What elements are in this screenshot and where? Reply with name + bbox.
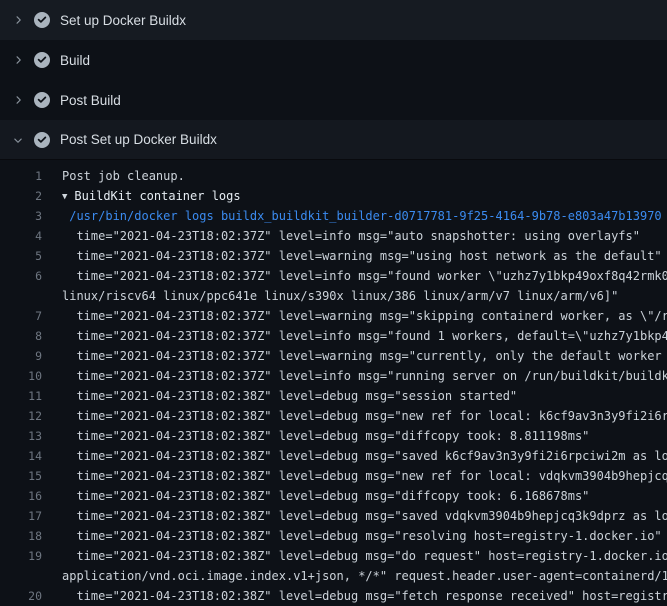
section-header-post-set-up-docker-buildx[interactable]: Post Set up Docker Buildx xyxy=(0,120,667,160)
log-line[interactable]: 6 time="2021-04-23T18:02:37Z" level=info… xyxy=(0,266,667,286)
chevron-right-icon[interactable] xyxy=(12,14,24,26)
log-text: time="2021-04-23T18:02:38Z" level=debug … xyxy=(52,546,667,566)
line-number[interactable]: 7 xyxy=(0,306,52,326)
log-text: Post job cleanup. xyxy=(52,166,667,186)
log-line[interactable]: 3 /usr/bin/docker logs buildx_buildkit_b… xyxy=(0,206,667,226)
log-text: time="2021-04-23T18:02:38Z" level=debug … xyxy=(52,506,667,526)
check-circle-icon xyxy=(34,12,50,28)
log-text: time="2021-04-23T18:02:37Z" level=warnin… xyxy=(52,246,667,266)
log-text: time="2021-04-23T18:02:37Z" level=info m… xyxy=(52,226,667,246)
actions-log-viewer: { "colors": { "background": "#0d1117", "… xyxy=(0,0,667,600)
section-label: Post Set up Docker Buildx xyxy=(60,132,217,147)
log-line[interactable]: 7 time="2021-04-23T18:02:37Z" level=warn… xyxy=(0,306,667,326)
log-text: ▼BuildKit container logs xyxy=(52,186,667,206)
log-text: time="2021-04-23T18:02:38Z" level=debug … xyxy=(52,446,667,466)
log-text: time="2021-04-23T18:02:38Z" level=debug … xyxy=(52,486,667,506)
log-text: time="2021-04-23T18:02:37Z" level=info m… xyxy=(52,366,667,386)
line-number[interactable]: 14 xyxy=(0,446,52,466)
line-number-empty xyxy=(0,286,52,306)
log-line[interactable]: 1Post job cleanup. xyxy=(0,166,667,186)
section-header-build[interactable]: Build xyxy=(0,40,667,80)
log-text: time="2021-04-23T18:02:38Z" level=debug … xyxy=(52,426,667,446)
log-text: time="2021-04-23T18:02:38Z" level=debug … xyxy=(52,406,667,426)
section-label: Set up Docker Buildx xyxy=(60,13,186,28)
line-number[interactable]: 10 xyxy=(0,366,52,386)
line-number[interactable]: 15 xyxy=(0,466,52,486)
step-list: Set up Docker Buildx Build Post Build Po… xyxy=(0,0,667,160)
line-number[interactable]: 9 xyxy=(0,346,52,366)
log-line[interactable]: 8 time="2021-04-23T18:02:37Z" level=info… xyxy=(0,326,667,346)
log-line-continuation: application/vnd.oci.image.index.v1+json,… xyxy=(0,566,667,586)
line-number[interactable]: 1 xyxy=(0,166,52,186)
log-text: linux/riscv64 linux/ppc641e linux/s390x … xyxy=(52,286,667,306)
chevron-right-icon[interactable] xyxy=(12,54,24,66)
line-number[interactable]: 3 xyxy=(0,206,52,226)
log-text: time="2021-04-23T18:02:37Z" level=info m… xyxy=(52,326,667,346)
line-number[interactable]: 5 xyxy=(0,246,52,266)
line-number[interactable]: 4 xyxy=(0,226,52,246)
log-line[interactable]: 2▼BuildKit container logs xyxy=(0,186,667,206)
log-line[interactable]: 17 time="2021-04-23T18:02:38Z" level=deb… xyxy=(0,506,667,526)
line-number[interactable]: 20 xyxy=(0,586,52,606)
log-text: time="2021-04-23T18:02:38Z" level=debug … xyxy=(52,466,667,486)
log-line[interactable]: 10 time="2021-04-23T18:02:37Z" level=inf… xyxy=(0,366,667,386)
log-line[interactable]: 20 time="2021-04-23T18:02:38Z" level=deb… xyxy=(0,586,667,606)
line-number[interactable]: 17 xyxy=(0,506,52,526)
check-circle-icon xyxy=(34,92,50,108)
log-text: /usr/bin/docker logs buildx_buildkit_bui… xyxy=(52,206,667,226)
log-text: time="2021-04-23T18:02:37Z" level=warnin… xyxy=(52,306,667,326)
log-line[interactable]: 11 time="2021-04-23T18:02:38Z" level=deb… xyxy=(0,386,667,406)
log-text: time="2021-04-23T18:02:38Z" level=debug … xyxy=(52,586,667,606)
section-label: Build xyxy=(60,53,90,68)
log-line[interactable]: 9 time="2021-04-23T18:02:37Z" level=warn… xyxy=(0,346,667,366)
check-circle-icon xyxy=(34,132,50,148)
line-number[interactable]: 13 xyxy=(0,426,52,446)
log-text: time="2021-04-23T18:02:38Z" level=debug … xyxy=(52,386,667,406)
line-number[interactable]: 8 xyxy=(0,326,52,346)
log-line[interactable]: 4 time="2021-04-23T18:02:37Z" level=info… xyxy=(0,226,667,246)
line-number[interactable]: 11 xyxy=(0,386,52,406)
chevron-right-icon[interactable] xyxy=(12,94,24,106)
log-line-continuation: linux/riscv64 linux/ppc641e linux/s390x … xyxy=(0,286,667,306)
line-number-empty xyxy=(0,566,52,586)
section-header-post-build[interactable]: Post Build xyxy=(0,80,667,120)
log-line[interactable]: 13 time="2021-04-23T18:02:38Z" level=deb… xyxy=(0,426,667,446)
log-text: time="2021-04-23T18:02:37Z" level=warnin… xyxy=(52,346,667,366)
log-line[interactable]: 5 time="2021-04-23T18:02:37Z" level=warn… xyxy=(0,246,667,266)
line-number[interactable]: 2 xyxy=(0,186,52,206)
chevron-down-icon[interactable] xyxy=(12,134,24,146)
line-number[interactable]: 16 xyxy=(0,486,52,506)
log-text: time="2021-04-23T18:02:38Z" level=debug … xyxy=(52,526,667,546)
line-number[interactable]: 6 xyxy=(0,266,52,286)
line-number[interactable]: 12 xyxy=(0,406,52,426)
log-line[interactable]: 14 time="2021-04-23T18:02:38Z" level=deb… xyxy=(0,446,667,466)
check-circle-icon xyxy=(34,52,50,68)
log-area: 1Post job cleanup.2▼BuildKit container l… xyxy=(0,160,667,606)
log-line[interactable]: 19 time="2021-04-23T18:02:38Z" level=deb… xyxy=(0,546,667,566)
log-line[interactable]: 18 time="2021-04-23T18:02:38Z" level=deb… xyxy=(0,526,667,546)
log-line[interactable]: 16 time="2021-04-23T18:02:38Z" level=deb… xyxy=(0,486,667,506)
log-text: application/vnd.oci.image.index.v1+json,… xyxy=(52,566,667,586)
section-label: Post Build xyxy=(60,93,121,108)
line-number[interactable]: 18 xyxy=(0,526,52,546)
log-line[interactable]: 12 time="2021-04-23T18:02:38Z" level=deb… xyxy=(0,406,667,426)
line-number[interactable]: 19 xyxy=(0,546,52,566)
log-text: time="2021-04-23T18:02:37Z" level=info m… xyxy=(52,266,667,286)
section-header-set-up-docker-buildx[interactable]: Set up Docker Buildx xyxy=(0,0,667,40)
log-line[interactable]: 15 time="2021-04-23T18:02:38Z" level=deb… xyxy=(0,466,667,486)
triangle-down-icon[interactable]: ▼ xyxy=(62,192,67,202)
